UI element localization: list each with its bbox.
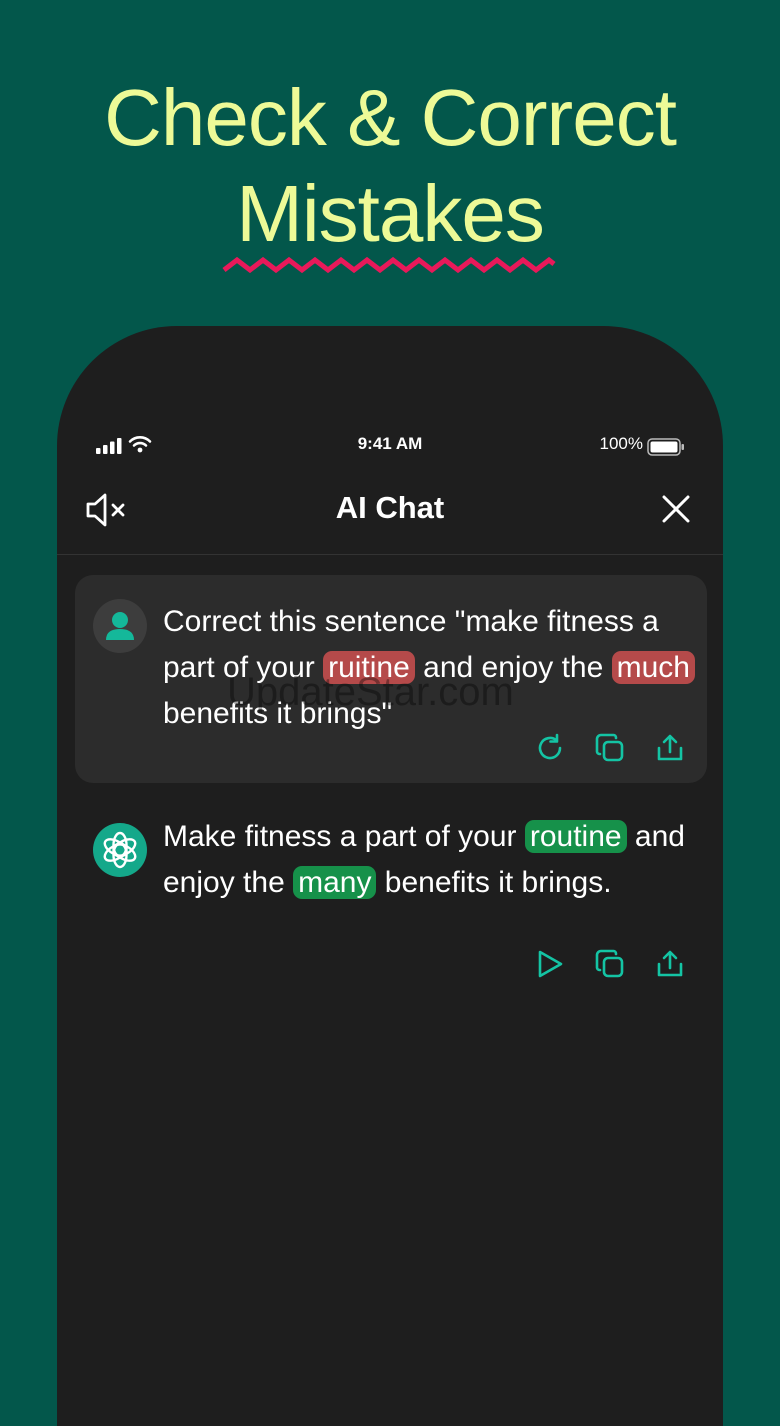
user-avatar xyxy=(93,599,147,653)
headline-line-1: Check & Correct xyxy=(104,73,677,162)
ai-text-part: Make fitness a part of your xyxy=(163,820,525,853)
user-message-text: Correct this sentence "make fitness a pa… xyxy=(163,599,703,737)
play-icon[interactable] xyxy=(535,949,565,979)
ai-avatar xyxy=(93,823,147,877)
user-icon xyxy=(106,612,134,640)
ai-message-text: Make fitness a part of your routine and … xyxy=(163,814,703,906)
close-icon[interactable] xyxy=(659,492,693,526)
user-message: Correct this sentence "make fitness a pa… xyxy=(75,575,707,783)
error-highlight: ruitine xyxy=(323,651,415,684)
user-text-part: benefits it brings" xyxy=(163,697,393,730)
battery-icon xyxy=(647,438,684,456)
user-text-part: and enjoy the xyxy=(414,651,612,684)
phone-frame: 9:41 AM 100% AI Chat Correct this senten… xyxy=(57,326,723,1426)
copy-icon[interactable] xyxy=(595,949,625,979)
headline-line-2: Mistakes xyxy=(236,169,545,258)
squiggle-underline xyxy=(222,256,556,274)
share-icon[interactable] xyxy=(655,949,685,979)
page-title: AI Chat xyxy=(335,490,445,525)
fix-highlight: many xyxy=(293,866,377,899)
copy-icon[interactable] xyxy=(595,733,625,763)
battery-percentage: 100% xyxy=(599,434,643,453)
error-highlight: much xyxy=(611,651,695,684)
ai-text-part: benefits it brings. xyxy=(376,866,612,899)
fix-highlight: routine xyxy=(524,820,627,853)
status-bar: 9:41 AM 100% xyxy=(57,430,723,460)
share-icon[interactable] xyxy=(655,733,685,763)
openai-logo-icon xyxy=(103,831,137,869)
regenerate-icon[interactable] xyxy=(535,733,565,763)
nav-bar: AI Chat xyxy=(57,476,723,555)
user-message-actions xyxy=(535,733,685,763)
ai-message-actions xyxy=(535,949,685,979)
